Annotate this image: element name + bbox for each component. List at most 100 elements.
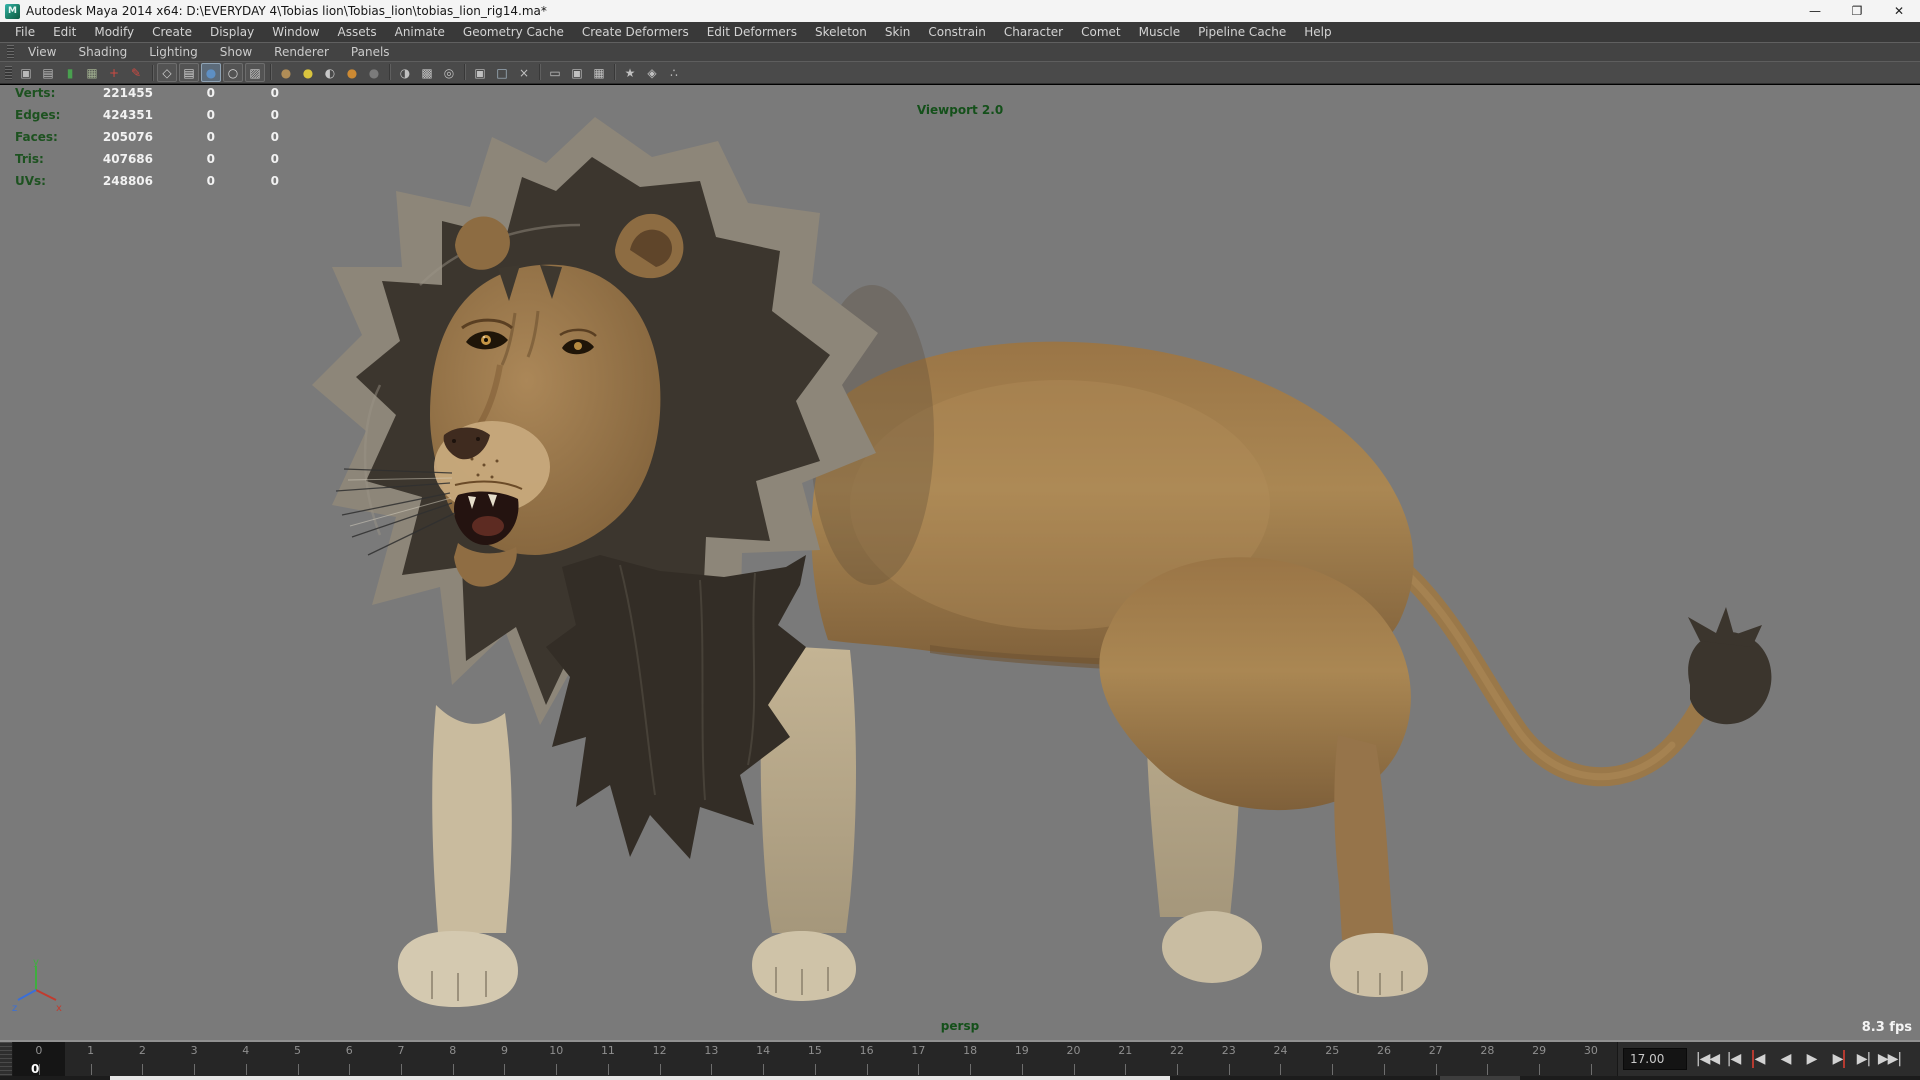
- panel-menu-grip[interactable]: [7, 45, 14, 59]
- frame-cell[interactable]: 20: [1048, 1042, 1100, 1076]
- field-chart-icon[interactable]: ▦: [589, 63, 609, 82]
- camera-attributes-icon[interactable]: ▤: [38, 63, 58, 82]
- motion-blur-icon[interactable]: ◑: [395, 63, 415, 82]
- frame-cell[interactable]: 21: [1099, 1042, 1151, 1076]
- menu-item[interactable]: File: [6, 25, 44, 39]
- menu-item[interactable]: Pipeline Cache: [1189, 25, 1295, 39]
- range-slider-bar[interactable]: [110, 1076, 1170, 1080]
- panel-menu-item[interactable]: Renderer: [263, 45, 340, 59]
- time-slider-track[interactable]: 0 1 2 3: [13, 1042, 1617, 1076]
- xray-joints-icon[interactable]: ×: [514, 63, 534, 82]
- shadows-icon[interactable]: ●: [342, 63, 362, 82]
- step-back-frame-button[interactable]: |◀: [1721, 1046, 1746, 1072]
- menu-item[interactable]: Edit: [44, 25, 85, 39]
- frame-cell[interactable]: 2: [116, 1042, 168, 1076]
- frame-cell[interactable]: 1: [65, 1042, 117, 1076]
- grease-pencil-icon[interactable]: ✎: [126, 63, 146, 82]
- toolbar-grip[interactable]: [5, 66, 12, 80]
- xray-icon[interactable]: □: [492, 63, 512, 82]
- panel-menu-item[interactable]: View: [17, 45, 67, 59]
- frame-cell[interactable]: 15: [789, 1042, 841, 1076]
- use-all-lights-icon[interactable]: ●: [298, 63, 318, 82]
- frame-cell[interactable]: 6: [323, 1042, 375, 1076]
- perspective-viewport[interactable]: Verts:22145500 Edges:42435100 Faces:2050…: [0, 85, 1920, 1040]
- range-slider[interactable]: [0, 1076, 1920, 1080]
- window-control-button[interactable]: ✕: [1878, 0, 1920, 22]
- resolution-gate-icon[interactable]: ▭: [545, 63, 565, 82]
- go-to-end-button[interactable]: ▶▶|: [1877, 1046, 1902, 1072]
- menu-item[interactable]: Modify: [85, 25, 143, 39]
- display-options-icon[interactable]: ★: [620, 63, 640, 82]
- window-control-button[interactable]: ❐: [1836, 0, 1878, 22]
- panel-menu-item[interactable]: Lighting: [138, 45, 209, 59]
- time-slider-grip[interactable]: [0, 1042, 13, 1076]
- menu-item[interactable]: Animate: [386, 25, 454, 39]
- select-camera-icon[interactable]: ▣: [16, 63, 36, 82]
- pan-zoom-icon[interactable]: +: [104, 63, 124, 82]
- depth-of-field-icon[interactable]: ◎: [439, 63, 459, 82]
- frame-cell[interactable]: 12: [634, 1042, 686, 1076]
- frame-cell[interactable]: 29: [1513, 1042, 1565, 1076]
- play-backwards-button[interactable]: ◀: [1773, 1046, 1798, 1072]
- step-forward-frame-button[interactable]: ▶|: [1851, 1046, 1876, 1072]
- lion-model[interactable]: [0, 85, 1920, 1040]
- frame-cell[interactable]: 24: [1255, 1042, 1307, 1076]
- frame-cell[interactable]: 26: [1358, 1042, 1410, 1076]
- frame-cell[interactable]: 9: [479, 1042, 531, 1076]
- multisample-icon[interactable]: ▩: [417, 63, 437, 82]
- frame-cell[interactable]: 23: [1203, 1042, 1255, 1076]
- frame-cell[interactable]: 17: [892, 1042, 944, 1076]
- menu-item[interactable]: Skin: [876, 25, 920, 39]
- frame-cell[interactable]: 18: [944, 1042, 996, 1076]
- menu-item[interactable]: Constrain: [919, 25, 995, 39]
- panel-menu-item[interactable]: Show: [209, 45, 263, 59]
- menu-item[interactable]: Geometry Cache: [454, 25, 573, 39]
- bookmarks-icon[interactable]: ▮: [60, 63, 80, 82]
- frame-cell[interactable]: 28: [1462, 1042, 1514, 1076]
- menu-item[interactable]: Window: [263, 25, 328, 39]
- frame-cell[interactable]: 13: [686, 1042, 738, 1076]
- frame-cell[interactable]: 11: [582, 1042, 634, 1076]
- panel-menu-item[interactable]: Panels: [340, 45, 401, 59]
- frame-cell[interactable]: 30: [1565, 1042, 1617, 1076]
- frame-cell[interactable]: 3: [168, 1042, 220, 1076]
- frame-cell[interactable]: 27: [1410, 1042, 1462, 1076]
- smooth-shade-icon[interactable]: ▤: [179, 63, 199, 82]
- textured-icon[interactable]: ●: [276, 63, 296, 82]
- two-sided-lighting-icon[interactable]: ◐: [320, 63, 340, 82]
- menu-item[interactable]: Muscle: [1130, 25, 1190, 39]
- go-to-start-button[interactable]: |◀◀: [1695, 1046, 1720, 1072]
- menu-item[interactable]: Create: [143, 25, 201, 39]
- play-forwards-button[interactable]: ▶: [1799, 1046, 1824, 1072]
- renderer-settings-icon[interactable]: ◈: [642, 63, 662, 82]
- step-back-key-button[interactable]: ◀: [1747, 1046, 1772, 1072]
- default-material-icon[interactable]: ○: [223, 63, 243, 82]
- frame-cell[interactable]: 22: [1151, 1042, 1203, 1076]
- menu-item[interactable]: Create Deformers: [573, 25, 698, 39]
- menu-item[interactable]: Comet: [1072, 25, 1130, 39]
- window-control-button[interactable]: —: [1794, 0, 1836, 22]
- no-image-icon[interactable]: ▨: [245, 63, 265, 82]
- frame-cell[interactable]: 8: [427, 1042, 479, 1076]
- frame-cell[interactable]: 16: [841, 1042, 893, 1076]
- frame-cell[interactable]: 7: [375, 1042, 427, 1076]
- menu-item[interactable]: Assets: [329, 25, 386, 39]
- isolate-select-icon[interactable]: ▣: [470, 63, 490, 82]
- panel-menu-item[interactable]: Shading: [67, 45, 138, 59]
- menu-item[interactable]: Character: [995, 25, 1072, 39]
- menu-item[interactable]: Display: [201, 25, 263, 39]
- shaded-icon[interactable]: ●: [201, 63, 221, 82]
- frame-cell[interactable]: 19: [996, 1042, 1048, 1076]
- occlusion-icon[interactable]: ●: [364, 63, 384, 82]
- frame-cell[interactable]: 25: [1306, 1042, 1358, 1076]
- image-plane-icon[interactable]: ▦: [82, 63, 102, 82]
- frame-cell[interactable]: 10: [530, 1042, 582, 1076]
- step-forward-key-button[interactable]: ▶: [1825, 1046, 1850, 1072]
- wireframe-icon[interactable]: ◇: [157, 63, 177, 82]
- frame-cell[interactable]: 14: [737, 1042, 789, 1076]
- share-view-icon[interactable]: ∴: [664, 63, 684, 82]
- menu-item[interactable]: Help: [1295, 25, 1340, 39]
- frame-cell[interactable]: 4: [220, 1042, 272, 1076]
- gate-mask-icon[interactable]: ▣: [567, 63, 587, 82]
- current-time-field[interactable]: [1623, 1048, 1687, 1070]
